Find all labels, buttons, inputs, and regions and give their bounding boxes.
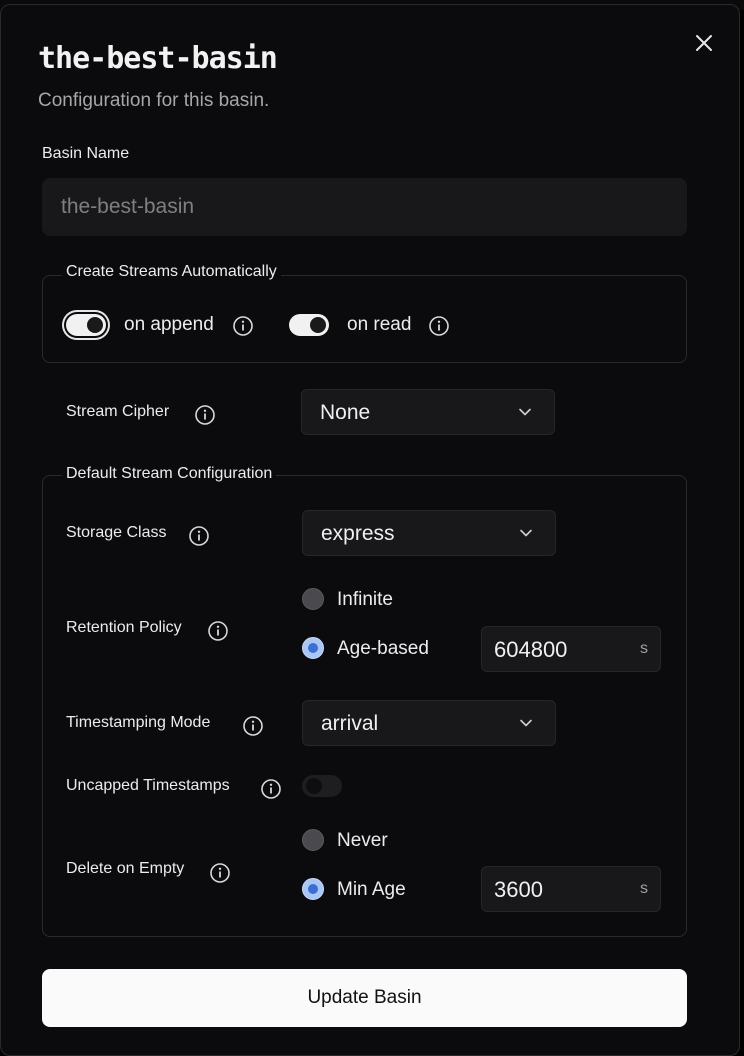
- stream-cipher-label: Stream Cipher: [66, 403, 170, 420]
- select-value: None: [320, 401, 371, 424]
- delete-never-label: Never: [337, 830, 388, 851]
- on-read-label: on read: [347, 314, 412, 335]
- delete-min-age-label: Min Age: [337, 879, 406, 900]
- retention-age-based-label: Age-based: [337, 638, 429, 659]
- uncapped-timestamps-toggle[interactable]: [302, 775, 342, 797]
- info-icon[interactable]: [194, 404, 216, 426]
- uncapped-timestamps-label: Uncapped Timestamps: [66, 777, 230, 794]
- delete-min-age-radio[interactable]: [302, 878, 324, 900]
- toggle-knob: [310, 317, 326, 333]
- retention-infinite-label: Infinite: [337, 589, 393, 610]
- configure-basin-dialog: the-best-basin Configuration for this ba…: [0, 4, 740, 1056]
- unit-suffix: s: [640, 640, 648, 657]
- retention-policy-label: Retention Policy: [66, 619, 182, 636]
- basin-name-input[interactable]: [42, 178, 687, 236]
- basin-name-label: Basin Name: [42, 145, 130, 162]
- delete-on-empty-label: Delete on Empty: [66, 860, 185, 877]
- chevron-down-icon: [520, 719, 532, 727]
- select-value: express: [321, 522, 395, 545]
- close-button[interactable]: [692, 31, 716, 55]
- update-basin-button[interactable]: Update Basin: [42, 969, 687, 1027]
- input-value: 3600: [494, 877, 543, 902]
- stream-cipher-select[interactable]: None: [301, 389, 555, 435]
- close-icon: [696, 35, 712, 51]
- timestamping-mode-label: Timestamping Mode: [66, 714, 211, 731]
- chevron-down-icon: [519, 408, 531, 416]
- info-icon[interactable]: [209, 862, 231, 884]
- info-icon[interactable]: [428, 315, 450, 337]
- info-icon[interactable]: [207, 620, 229, 642]
- info-icon[interactable]: [232, 315, 254, 337]
- info-icon[interactable]: [260, 778, 282, 800]
- on-read-toggle[interactable]: [289, 314, 329, 336]
- min-age-input[interactable]: 3600 s: [481, 866, 661, 912]
- storage-class-select[interactable]: express: [302, 510, 556, 556]
- chevron-down-icon: [520, 529, 532, 537]
- toggle-knob: [87, 317, 103, 333]
- default-stream-config-legend: Default Stream Configuration: [62, 465, 277, 483]
- select-value: arrival: [321, 712, 379, 735]
- storage-class-label: Storage Class: [66, 524, 167, 541]
- retention-age-input[interactable]: 604800 s: [481, 626, 661, 672]
- toggle-knob: [306, 778, 322, 794]
- input-value: 604800: [494, 637, 568, 662]
- dialog-title: the-best-basin: [38, 41, 278, 76]
- retention-age-based-radio[interactable]: [302, 637, 324, 659]
- unit-suffix: s: [640, 880, 648, 897]
- create-streams-legend: Create Streams Automatically: [62, 263, 281, 281]
- on-append-toggle[interactable]: [66, 314, 106, 336]
- info-icon[interactable]: [242, 715, 264, 737]
- retention-infinite-radio[interactable]: [302, 588, 324, 610]
- delete-never-radio[interactable]: [302, 829, 324, 851]
- timestamping-mode-select[interactable]: arrival: [302, 700, 556, 746]
- info-icon[interactable]: [188, 525, 210, 547]
- dialog-subtitle: Configuration for this basin.: [38, 90, 270, 111]
- on-append-label: on append: [124, 314, 214, 335]
